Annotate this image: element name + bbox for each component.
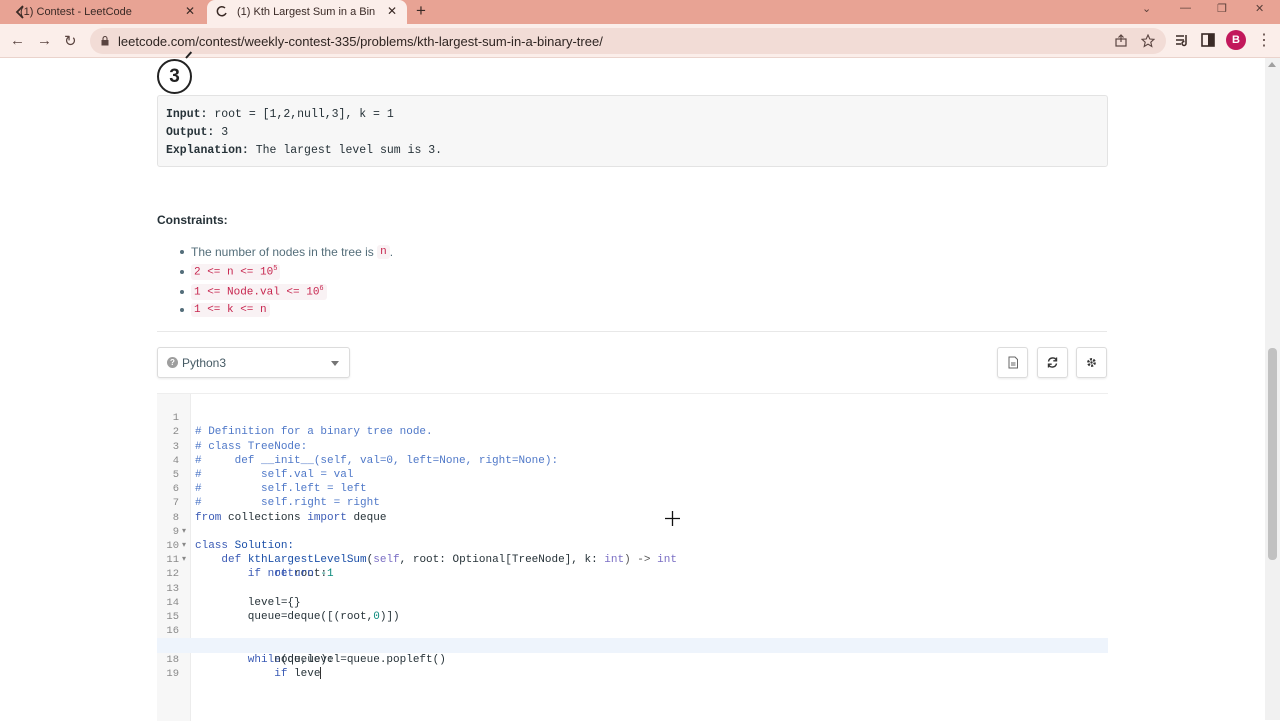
help-question-icon[interactable]: ? (167, 357, 178, 368)
constraint-item: 1 <= k <= n (180, 303, 270, 317)
code-line[interactable]: 9 ▾ def kthLargestLevelSum(self, root: O… (157, 511, 1108, 566)
refresh-icon (1047, 357, 1058, 368)
scroll-up-arrow-icon[interactable] (1268, 62, 1276, 67)
side-panel-icon[interactable] (1200, 32, 1216, 48)
document-icon (1008, 356, 1018, 369)
close-window-icon[interactable]: ✕ (1255, 2, 1264, 15)
code-line[interactable]: 12 (157, 553, 1108, 580)
bullet (180, 250, 184, 254)
code-line[interactable]: 16 ▾ while(queue): (157, 610, 1108, 665)
code-line[interactable]: 4 # self.val = val (157, 440, 1108, 481)
browser-menu-kebab-icon[interactable]: ⋮ (1256, 30, 1272, 50)
section-divider (157, 331, 1107, 332)
scroll-thumb[interactable] (1268, 348, 1277, 560)
bullet (180, 269, 184, 274)
code-line[interactable]: 5 # self.left = left (157, 454, 1108, 495)
constraint-item: The number of nodes in the tree is n. (180, 245, 393, 259)
address-bar[interactable]: leetcode.com/contest/weekly-contest-335/… (90, 28, 1166, 54)
constraint-code: 1 <= k <= n (191, 303, 270, 317)
browser-tab-bar: (1) Contest - LeetCode ✕ (1) Kth Largest… (0, 0, 1280, 24)
back-arrow-icon[interactable]: ← (10, 32, 25, 49)
code-line[interactable]: 13 level={} (157, 567, 1108, 609)
tree-node-circle: 3 (157, 59, 192, 94)
leetcode-favicon-icon (15, 5, 24, 19)
close-tab-icon[interactable]: ✕ (185, 4, 195, 18)
bullet (180, 308, 184, 312)
reset-code-button[interactable] (1037, 347, 1068, 378)
code-line[interactable]: 10 ▾ if not root: (157, 525, 1108, 580)
bookmark-star-icon[interactable] (1141, 34, 1155, 48)
example-output-line: Output: 3 (166, 126, 229, 139)
editor-settings-button[interactable] (1076, 347, 1107, 378)
code-line[interactable]: 1 # Definition for a binary tree node. (157, 397, 1108, 438)
restore-icon[interactable]: ❐ (1217, 2, 1227, 15)
code-line[interactable]: 17 node,level=queue.popleft() (157, 624, 1108, 665)
page-scrollbar[interactable] (1265, 58, 1280, 720)
code-line[interactable]: 19 (157, 653, 1108, 680)
mouse-crosshair-cursor-icon (665, 511, 680, 526)
tab-title: (1) Kth Largest Sum in a Binary Tr (237, 6, 375, 18)
minimize-icon[interactable]: — (1180, 2, 1191, 14)
code-line[interactable]: 14 queue=deque([(root,0)]) (157, 582, 1108, 623)
gear-icon (1087, 358, 1096, 367)
reload-icon[interactable]: ↻ (64, 32, 77, 50)
code-line[interactable]: 7 from collections import deque (157, 482, 1108, 523)
share-icon[interactable] (1114, 34, 1128, 48)
bullet (180, 289, 184, 294)
language-label: Python3 (182, 356, 227, 370)
constraint-code: 1 <= Node.val <= 106 (191, 284, 327, 300)
loading-spinner-icon (216, 5, 227, 17)
code-line[interactable]: 11 return -1 (157, 539, 1108, 580)
forward-arrow-icon[interactable]: → (37, 32, 52, 49)
code-line-active[interactable]: 18 if leve (157, 638, 1108, 680)
example-explanation-line: Explanation: The largest level sum is 3. (166, 144, 443, 157)
code-editor[interactable]: 1 # Definition for a binary tree node. 2… (157, 393, 1108, 721)
browser-toolbar: ← → ↻ leetcode.com/contest/weekly-contes… (0, 24, 1280, 58)
tab-kth-largest-sum[interactable]: (1) Kth Largest Sum in a Binary Tr ✕ (207, 0, 407, 24)
tab-search-chevron-icon[interactable]: ⌄ (1142, 2, 1151, 15)
code-line[interactable]: 6 # self.right = right (157, 468, 1108, 509)
tab-title: (1) Contest - LeetCode (20, 6, 132, 18)
new-tab-plus-icon[interactable]: + (416, 1, 426, 21)
lock-icon (101, 36, 109, 46)
tab-contest[interactable]: (1) Contest - LeetCode ✕ (0, 0, 205, 24)
notes-button[interactable] (997, 347, 1028, 378)
example-input-line: Input: root = [1,2,null,3], k = 1 (166, 108, 394, 121)
code-line[interactable]: 2 # class TreeNode: (157, 411, 1108, 452)
constraint-code: 2 <= n <= 105 (191, 264, 281, 280)
example-block: Input: root = [1,2,null,3], k = 1 Output… (157, 95, 1108, 167)
url-text: leetcode.com/contest/weekly-contest-335/… (118, 34, 603, 49)
constraints-heading: Constraints: (157, 213, 228, 227)
constraint-item: 1 <= Node.val <= 106 (180, 284, 327, 300)
media-control-icon[interactable] (1174, 32, 1190, 48)
constraint-item: 2 <= n <= 105 (180, 264, 281, 280)
profile-avatar[interactable]: B (1226, 30, 1246, 50)
language-select[interactable]: ? Python3 (157, 347, 350, 378)
chevron-down-icon (331, 361, 339, 366)
text-cursor (320, 666, 322, 679)
code-line[interactable]: 3 # def __init__(self, val=0, left=None,… (157, 425, 1108, 467)
code-line[interactable]: 15 (157, 596, 1108, 623)
code-line[interactable]: 8 ▾ class Solution: (157, 496, 1108, 552)
close-tab-icon[interactable]: ✕ (387, 4, 397, 18)
